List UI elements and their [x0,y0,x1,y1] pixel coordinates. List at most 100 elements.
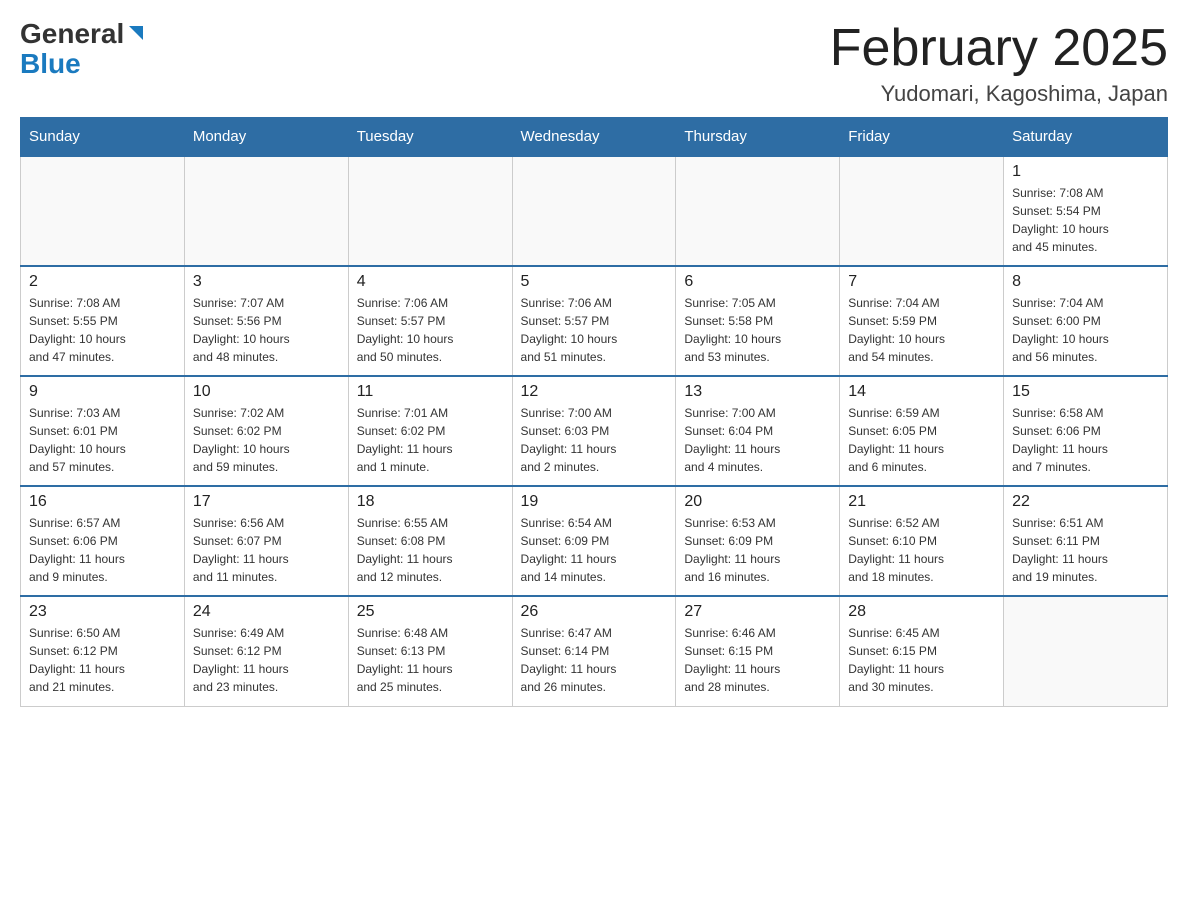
table-row [512,156,676,266]
day-number: 24 [193,603,340,621]
day-number: 4 [357,273,504,291]
day-number: 21 [848,493,995,511]
table-row: 9Sunrise: 7:03 AM Sunset: 6:01 PM Daylig… [21,376,185,486]
day-info: Sunrise: 6:47 AM Sunset: 6:14 PM Dayligh… [521,624,668,696]
day-number: 10 [193,383,340,401]
day-number: 20 [684,493,831,511]
day-number: 9 [29,383,176,401]
logo-arrow-icon [125,22,147,44]
month-title: February 2025 [830,20,1168,77]
day-number: 26 [521,603,668,621]
header-thursday: Thursday [676,118,840,157]
table-row: 10Sunrise: 7:02 AM Sunset: 6:02 PM Dayli… [184,376,348,486]
table-row: 22Sunrise: 6:51 AM Sunset: 6:11 PM Dayli… [1004,486,1168,596]
day-info: Sunrise: 7:00 AM Sunset: 6:03 PM Dayligh… [521,404,668,476]
calendar-week-row: 16 Sunrise: 6:57 AM Sunset: 6:06 PM Dayli… [21,486,1168,596]
header-wednesday: Wednesday [512,118,676,157]
table-row: 26 Sunrise: 6:47 AM Sunset: 6:14 PM Dayli… [512,596,676,706]
day-number: 14 [848,383,995,401]
header-tuesday: Tuesday [348,118,512,157]
calendar-week-row: 23 Sunrise: 6:50 AM Sunset: 6:12 PM Dayli… [21,596,1168,706]
day-number: 12 [521,383,668,401]
table-row: 24 Sunrise: 6:49 AM Sunset: 6:12 PM Dayli… [184,596,348,706]
table-row: 1 Sunrise: 7:08 AM Sunset: 5:54 PM Daylig… [1004,156,1168,266]
day-info: Sunrise: 6:53 AM Sunset: 6:09 PM Dayligh… [684,514,831,586]
table-row: 27Sunrise: 6:46 AM Sunset: 6:15 PM Dayli… [676,596,840,706]
header-sunday: Sunday [21,118,185,157]
logo-general-text: General [20,20,124,48]
day-number: 15 [1012,383,1159,401]
logo-blue-text: Blue [20,48,81,79]
day-info: Sunrise: 6:56 AM Sunset: 6:07 PM Dayligh… [193,514,340,586]
table-row: 4 Sunrise: 7:06 AM Sunset: 5:57 PM Daylig… [348,266,512,376]
day-info: Sunrise: 7:04 AM Sunset: 6:00 PM Dayligh… [1012,294,1159,366]
location-title: Yudomari, Kagoshima, Japan [830,81,1168,107]
day-number: 7 [848,273,995,291]
day-info: Sunrise: 6:45 AM Sunset: 6:15 PM Dayligh… [848,624,995,696]
header-saturday: Saturday [1004,118,1168,157]
table-row: 17Sunrise: 6:56 AM Sunset: 6:07 PM Dayli… [184,486,348,596]
day-number: 16 [29,493,176,511]
day-number: 28 [848,603,995,621]
table-row: 20 Sunrise: 6:53 AM Sunset: 6:09 PM Dayli… [676,486,840,596]
page-header: General Blue February 2025 Yudomari, Kag… [20,20,1168,107]
table-row: 14Sunrise: 6:59 AM Sunset: 6:05 PM Dayli… [840,376,1004,486]
day-info: Sunrise: 6:54 AM Sunset: 6:09 PM Dayligh… [521,514,668,586]
table-row: 21 Sunrise: 6:52 AM Sunset: 6:10 PM Dayli… [840,486,1004,596]
day-info: Sunrise: 7:04 AM Sunset: 5:59 PM Dayligh… [848,294,995,366]
table-row: 16 Sunrise: 6:57 AM Sunset: 6:06 PM Dayli… [21,486,185,596]
day-info: Sunrise: 7:08 AM Sunset: 5:55 PM Dayligh… [29,294,176,366]
calendar-week-row: 2Sunrise: 7:08 AM Sunset: 5:55 PM Daylig… [21,266,1168,376]
logo: General Blue [20,20,147,80]
day-info: Sunrise: 6:49 AM Sunset: 6:12 PM Dayligh… [193,624,340,696]
table-row [840,156,1004,266]
day-number: 23 [29,603,176,621]
day-info: Sunrise: 6:50 AM Sunset: 6:12 PM Dayligh… [29,624,176,696]
header-friday: Friday [840,118,1004,157]
table-row: 2Sunrise: 7:08 AM Sunset: 5:55 PM Daylig… [21,266,185,376]
day-info: Sunrise: 6:57 AM Sunset: 6:06 PM Dayligh… [29,514,176,586]
day-number: 3 [193,273,340,291]
calendar-week-row: 9Sunrise: 7:03 AM Sunset: 6:01 PM Daylig… [21,376,1168,486]
table-row: 8 Sunrise: 7:04 AM Sunset: 6:00 PM Daylig… [1004,266,1168,376]
day-number: 25 [357,603,504,621]
table-row: 3 Sunrise: 7:07 AM Sunset: 5:56 PM Daylig… [184,266,348,376]
day-number: 1 [1012,163,1159,181]
table-row [184,156,348,266]
day-number: 13 [684,383,831,401]
day-info: Sunrise: 6:51 AM Sunset: 6:11 PM Dayligh… [1012,514,1159,586]
table-row: 23 Sunrise: 6:50 AM Sunset: 6:12 PM Dayli… [21,596,185,706]
day-info: Sunrise: 7:05 AM Sunset: 5:58 PM Dayligh… [684,294,831,366]
day-info: Sunrise: 7:08 AM Sunset: 5:54 PM Dayligh… [1012,184,1159,256]
table-row: 25 Sunrise: 6:48 AM Sunset: 6:13 PM Dayli… [348,596,512,706]
day-number: 6 [684,273,831,291]
table-row: 11Sunrise: 7:01 AM Sunset: 6:02 PM Dayli… [348,376,512,486]
day-info: Sunrise: 7:06 AM Sunset: 5:57 PM Dayligh… [357,294,504,366]
calendar-table: Sunday Monday Tuesday Wednesday Thursday… [20,117,1168,707]
title-block: February 2025 Yudomari, Kagoshima, Japan [830,20,1168,107]
day-info: Sunrise: 7:07 AM Sunset: 5:56 PM Dayligh… [193,294,340,366]
day-number: 8 [1012,273,1159,291]
day-number: 27 [684,603,831,621]
table-row [676,156,840,266]
day-info: Sunrise: 6:58 AM Sunset: 6:06 PM Dayligh… [1012,404,1159,476]
day-number: 11 [357,383,504,401]
table-row [348,156,512,266]
day-info: Sunrise: 7:00 AM Sunset: 6:04 PM Dayligh… [684,404,831,476]
day-info: Sunrise: 6:48 AM Sunset: 6:13 PM Dayligh… [357,624,504,696]
day-number: 18 [357,493,504,511]
table-row: 18 Sunrise: 6:55 AM Sunset: 6:08 PM Dayli… [348,486,512,596]
table-row [1004,596,1168,706]
table-row [21,156,185,266]
table-row: 5Sunrise: 7:06 AM Sunset: 5:57 PM Daylig… [512,266,676,376]
day-info: Sunrise: 6:55 AM Sunset: 6:08 PM Dayligh… [357,514,504,586]
table-row: 28 Sunrise: 6:45 AM Sunset: 6:15 PM Dayli… [840,596,1004,706]
day-number: 19 [521,493,668,511]
day-info: Sunrise: 7:06 AM Sunset: 5:57 PM Dayligh… [521,294,668,366]
table-row: 19 Sunrise: 6:54 AM Sunset: 6:09 PM Dayli… [512,486,676,596]
table-row: 15 Sunrise: 6:58 AM Sunset: 6:06 PM Dayli… [1004,376,1168,486]
day-info: Sunrise: 6:52 AM Sunset: 6:10 PM Dayligh… [848,514,995,586]
header-monday: Monday [184,118,348,157]
table-row: 7 Sunrise: 7:04 AM Sunset: 5:59 PM Daylig… [840,266,1004,376]
calendar-header-row: Sunday Monday Tuesday Wednesday Thursday… [21,118,1168,157]
